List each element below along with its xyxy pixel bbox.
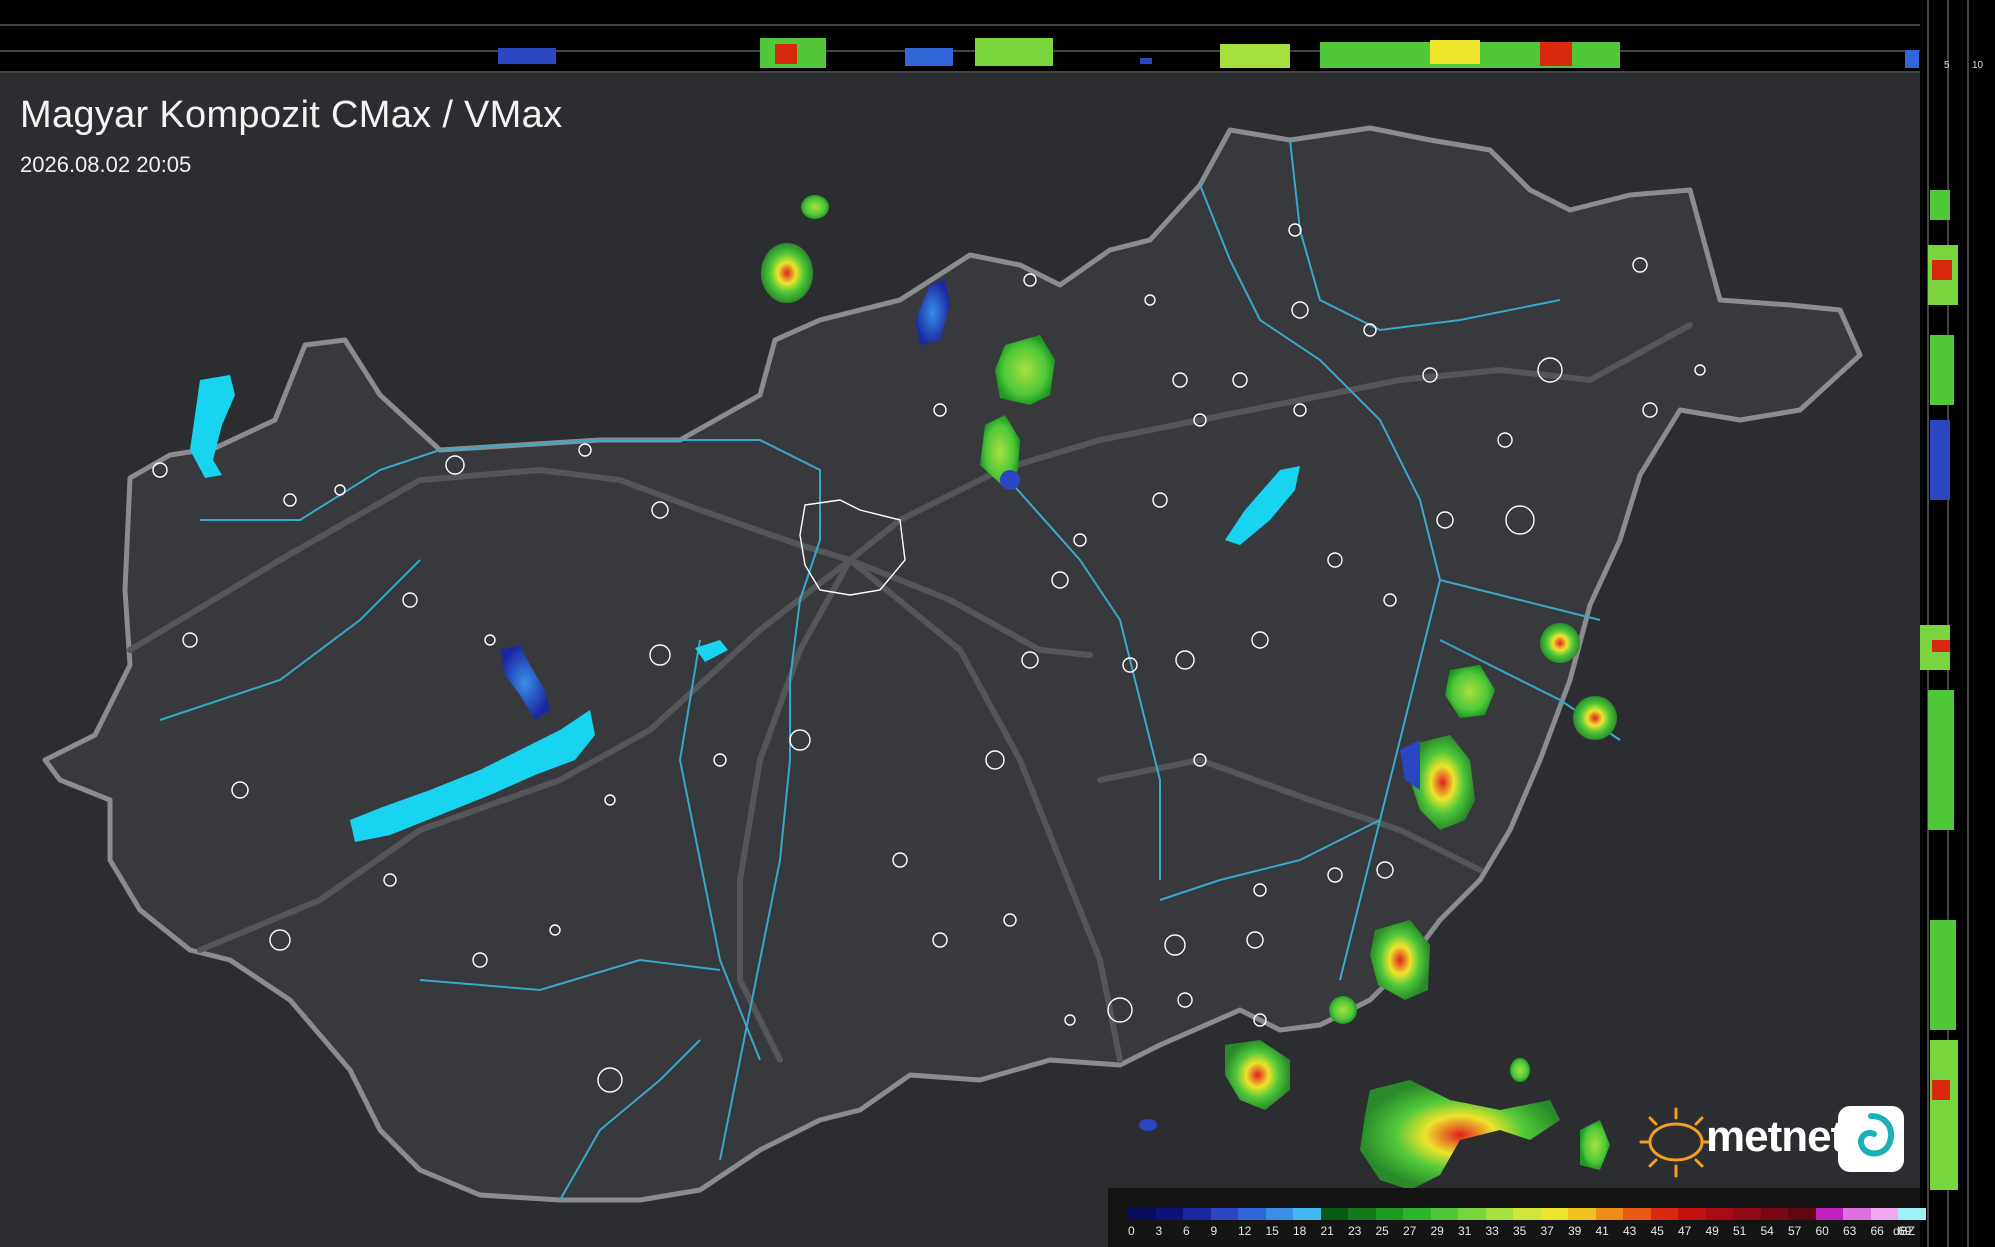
legend-swatch	[1265, 1208, 1293, 1220]
top-profile-echoes	[498, 38, 1919, 68]
swirl-icon	[1838, 1106, 1904, 1172]
legend-tick: 49	[1705, 1224, 1719, 1238]
side-profile-svg: 5 10	[1920, 0, 1984, 1247]
legend-swatch	[1788, 1208, 1816, 1220]
legend-swatch	[1375, 1208, 1403, 1220]
hungary-border	[42, 125, 1863, 1203]
legend-ticks: 0 3 6 9 12 15 18 21 23 25 27 29 31 33 35 37 39 41 43 45 47 49…	[1128, 1224, 1926, 1238]
legend-swatch	[1595, 1208, 1623, 1220]
legend-swatch	[1183, 1208, 1211, 1220]
legend-swatch	[1843, 1208, 1871, 1220]
legend-tick: 31	[1458, 1224, 1472, 1238]
legend-tick: 47	[1678, 1224, 1692, 1238]
legend-swatch	[1678, 1208, 1706, 1220]
legend-tick: 54	[1760, 1224, 1774, 1238]
legend-tick: 12	[1238, 1224, 1252, 1238]
side-scale-10: 10	[1972, 60, 1984, 71]
legend-swatch	[1650, 1208, 1678, 1220]
legend-tick: 15	[1265, 1224, 1279, 1238]
vertical-profile-side: 5 10	[1920, 0, 1995, 1247]
legend-tick: 25	[1375, 1224, 1389, 1238]
legend-swatch	[1760, 1208, 1788, 1220]
legend-tick: 57	[1788, 1224, 1802, 1238]
top-profile-svg: 10 5	[0, 24, 1920, 73]
legend-swatch	[1815, 1208, 1843, 1220]
legend-swatch	[1485, 1208, 1513, 1220]
legend-swatch	[1568, 1208, 1596, 1220]
legend-swatch	[1430, 1208, 1458, 1220]
legend-tick: 60	[1815, 1224, 1829, 1238]
legend-tick: 51	[1733, 1224, 1747, 1238]
legend-swatch	[1458, 1208, 1486, 1220]
legend-tick: 27	[1403, 1224, 1417, 1238]
legend-tick: 3	[1155, 1224, 1163, 1238]
sun-icon	[1639, 1107, 1714, 1178]
legend-swatch	[1898, 1208, 1926, 1220]
legend-tick: 0	[1128, 1224, 1135, 1238]
legend-tick: 9	[1210, 1224, 1218, 1238]
legend-swatch	[1513, 1208, 1541, 1220]
legend-swatch	[1293, 1208, 1321, 1220]
radar-map[interactable]	[0, 73, 1920, 1247]
legend-swatch	[1733, 1208, 1761, 1220]
legend-tick: 18	[1293, 1224, 1307, 1238]
legend-tick: 45	[1650, 1224, 1664, 1238]
map-timestamp: 2026.08.02 20:05	[20, 152, 192, 177]
legend-swatch	[1623, 1208, 1651, 1220]
legend-tick: 37	[1540, 1224, 1554, 1238]
legend-swatch	[1238, 1208, 1266, 1220]
metnet-logo: metnet	[1636, 1104, 1916, 1184]
legend-tick: 23	[1348, 1224, 1362, 1238]
vertical-profile-top: 10 5	[0, 0, 1920, 73]
legend-swatch	[1870, 1208, 1898, 1220]
legend-tick: 29	[1430, 1224, 1444, 1238]
legend-tick: 41	[1595, 1224, 1609, 1238]
dbz-legend: 0 3 6 9 12 15 18 21 23 25 27 29 31 33 35 37 39 41 43 45 47 49…	[1108, 1188, 1926, 1247]
legend-swatch	[1210, 1208, 1238, 1220]
legend-swatch	[1705, 1208, 1733, 1220]
side-scale-5: 5	[1944, 60, 1950, 71]
legend-tick: 43	[1623, 1224, 1637, 1238]
map-title: Magyar Kompozit CMax / VMax	[20, 94, 563, 136]
legend-tick: 35	[1513, 1224, 1527, 1238]
legend-tick: 21	[1320, 1224, 1334, 1238]
logo-text: metnet	[1706, 1112, 1845, 1161]
legend-swatch	[1348, 1208, 1376, 1220]
legend-swatch	[1128, 1208, 1156, 1220]
side-profile-echoes	[1920, 190, 1958, 1190]
legend-swatch	[1320, 1208, 1348, 1220]
legend-swatch	[1155, 1208, 1183, 1220]
legend-color-bar	[1128, 1208, 1926, 1220]
legend-tick: 63	[1843, 1224, 1857, 1238]
legend-tick: 33	[1485, 1224, 1499, 1238]
legend-unit: dBZ	[1893, 1224, 1916, 1238]
map-svg	[42, 125, 1863, 1203]
legend-swatch	[1403, 1208, 1431, 1220]
legend-tick: 6	[1183, 1224, 1190, 1238]
legend-swatch	[1540, 1208, 1568, 1220]
legend-tick: 39	[1568, 1224, 1582, 1238]
